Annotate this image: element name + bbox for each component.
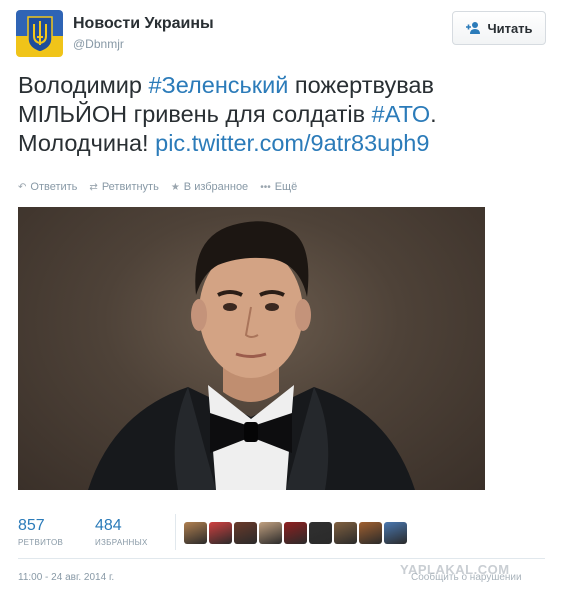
retweet-count-label: РЕТВИТОВ [18,538,64,547]
star-icon: ★ [170,181,180,193]
tweet-text-segment: Володимир [18,72,149,98]
media-link[interactable]: pic.twitter.com/9atr83uph9 [155,130,429,156]
favoriter-avatar[interactable] [234,522,257,544]
follow-button[interactable]: Читать [452,11,546,45]
favoriter-avatar[interactable] [259,522,282,544]
favoriter-avatar[interactable] [334,522,357,544]
favorite-count-label: ИЗБРАННЫХ [95,538,148,547]
favorites-stat[interactable]: 484 ИЗБРАННЫХ [95,517,148,547]
favoriter-avatar[interactable] [359,522,382,544]
retweets-stat[interactable]: 857 РЕТВИТОВ [18,517,63,547]
favoriter-avatars [184,522,407,544]
more-icon: ••• [260,181,271,193]
favoriter-avatar[interactable] [209,522,232,544]
tweet-photo[interactable] [18,207,485,490]
more-button[interactable]: ••• Ещё [260,181,297,193]
portrait-illustration [88,221,415,490]
retweet-button[interactable]: ⇄ Ретвитнуть [89,181,158,193]
retweet-count: 857 [18,517,45,534]
tweet-actions: ↶ Ответить ⇄ Ретвитнуть ★ В избранное ••… [18,181,297,193]
account-name[interactable]: Новости Украины [73,15,214,33]
footer-divider [18,558,545,559]
favoriter-avatar[interactable] [284,522,307,544]
reply-label: Ответить [30,181,78,193]
favorite-label: В избранное [183,181,249,193]
favoriter-avatar[interactable] [384,522,407,544]
retweet-icon: ⇄ [89,181,98,193]
reply-icon: ↶ [18,181,27,193]
hashtag-link[interactable]: #АТО [372,101,431,127]
favorite-count: 484 [95,517,122,534]
more-label: Ещё [274,181,298,193]
retweet-label: Ретвитнуть [101,181,159,193]
report-link[interactable]: Сообщить о нарушении [411,572,522,583]
hashtag-link[interactable]: #Зеленський [148,72,288,98]
reply-button[interactable]: ↶ Ответить [18,181,77,193]
stats-divider [175,514,176,550]
favoriter-avatar[interactable] [309,522,332,544]
follow-button-label: Читать [487,20,533,36]
tweet-text: Володимир #Зеленський пожертвував МІЛЬЙО… [18,71,548,158]
account-avatar[interactable] [16,10,63,57]
tweet-timestamp[interactable]: 11:00 - 24 авг. 2014 г. [18,572,114,583]
trident-coat-of-arms-icon [26,15,53,53]
account-handle[interactable]: @Dbnmjr [73,37,124,51]
follow-user-icon [465,21,481,35]
favoriter-avatar[interactable] [184,522,207,544]
tweet-card: Новости Украины @Dbnmjr Читать Володимир… [0,0,563,600]
favorite-button[interactable]: ★ В избранное [171,181,248,193]
